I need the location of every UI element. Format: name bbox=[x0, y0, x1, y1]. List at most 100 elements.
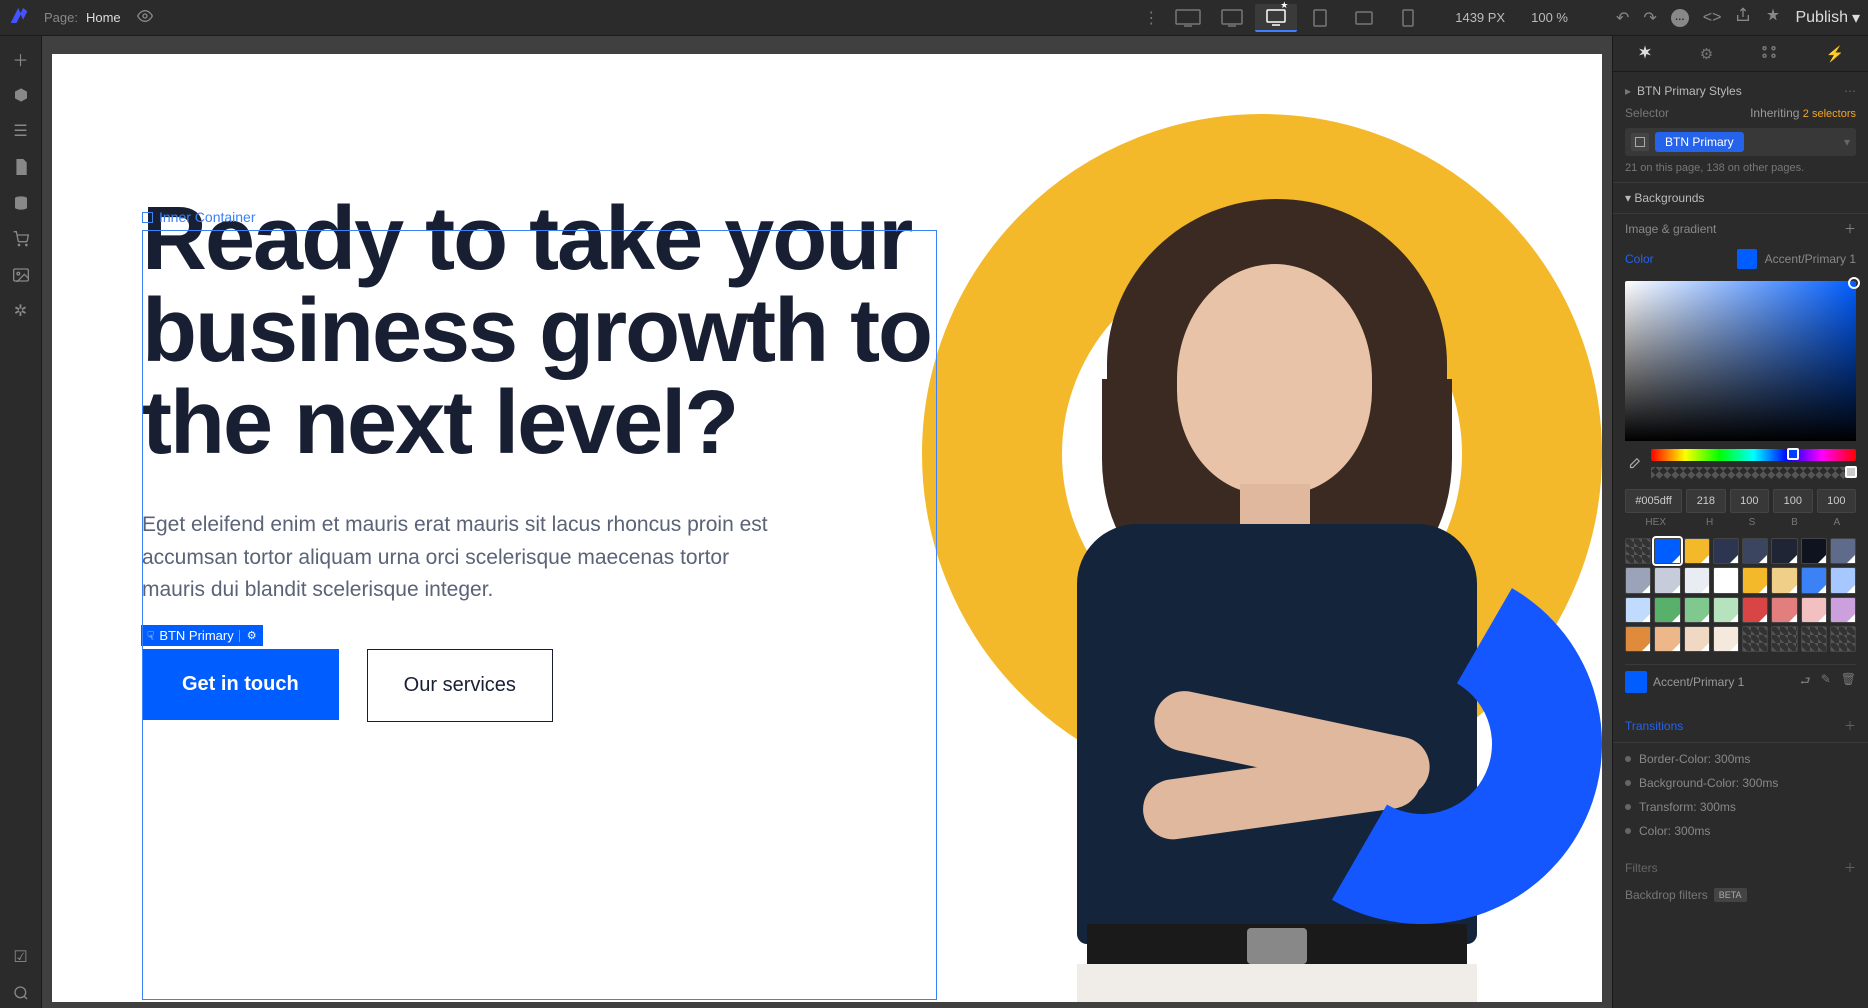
element-badge[interactable]: ☟ BTN Primary ⚙ bbox=[141, 625, 263, 646]
swatch[interactable] bbox=[1771, 567, 1797, 593]
zoom-level[interactable]: 100 % bbox=[1531, 10, 1568, 25]
swatch[interactable] bbox=[1713, 597, 1739, 623]
swatch[interactable] bbox=[1625, 538, 1651, 564]
hero-heading[interactable]: Ready to take your business growth to th… bbox=[142, 194, 942, 469]
swatch[interactable] bbox=[1654, 567, 1680, 593]
swatch[interactable] bbox=[1742, 567, 1768, 593]
alpha-handle[interactable] bbox=[1845, 466, 1857, 478]
pages-icon[interactable] bbox=[6, 152, 36, 182]
swatch[interactable] bbox=[1830, 626, 1856, 652]
breakpoint-landscape-icon[interactable] bbox=[1343, 4, 1385, 32]
swatch[interactable] bbox=[1742, 538, 1768, 564]
publish-button[interactable]: Publish ▾ bbox=[1795, 8, 1860, 28]
page-name[interactable]: Home bbox=[86, 10, 121, 25]
design-canvas[interactable]: Ready to take your business growth to th… bbox=[52, 54, 1602, 1002]
add-transition-icon[interactable]: ＋ bbox=[1844, 717, 1856, 734]
swatch[interactable] bbox=[1625, 597, 1651, 623]
preview-eye-icon[interactable] bbox=[137, 8, 153, 27]
add-element-icon[interactable]: ＋ bbox=[6, 44, 36, 74]
transition-item[interactable]: Border-Color: 300ms bbox=[1625, 747, 1856, 771]
hero-paragraph[interactable]: Eget eleifend enim et mauris erat mauris… bbox=[142, 509, 782, 607]
swatch[interactable] bbox=[1830, 538, 1856, 564]
comments-icon[interactable]: … bbox=[1671, 9, 1689, 27]
swatch[interactable] bbox=[1742, 597, 1768, 623]
navigator-icon[interactable]: ☰ bbox=[6, 116, 36, 146]
add-filter-icon[interactable]: ＋ bbox=[1844, 859, 1856, 876]
inheriting-count[interactable]: 2 selectors bbox=[1803, 108, 1856, 120]
more-icon[interactable]: ⋯ bbox=[1844, 84, 1856, 98]
backdrop-filters-row[interactable]: Backdrop filters BETA bbox=[1613, 882, 1868, 908]
ecommerce-icon[interactable] bbox=[6, 224, 36, 254]
swatch[interactable] bbox=[1684, 626, 1710, 652]
style-tab-icon[interactable] bbox=[1637, 44, 1653, 64]
our-services-button[interactable]: Our services bbox=[367, 649, 553, 722]
symbols-icon[interactable] bbox=[6, 80, 36, 110]
selector-dropdown-icon[interactable]: ▾ bbox=[1844, 135, 1850, 149]
saturation-brightness-picker[interactable] bbox=[1625, 281, 1856, 441]
breakpoint-tablet-icon[interactable] bbox=[1299, 4, 1341, 32]
swatch[interactable] bbox=[1771, 538, 1797, 564]
transitions-section-header[interactable]: Transitions ＋ bbox=[1613, 709, 1868, 743]
swatch[interactable] bbox=[1830, 597, 1856, 623]
breakpoint-xxl-icon[interactable] bbox=[1167, 4, 1209, 32]
undo-icon[interactable]: ↶ bbox=[1616, 8, 1629, 28]
a-input[interactable] bbox=[1817, 489, 1856, 513]
swatch[interactable] bbox=[1801, 538, 1827, 564]
gear-icon[interactable]: ⚙ bbox=[247, 629, 257, 642]
settings-tab-icon[interactable]: ⚙ bbox=[1700, 45, 1713, 63]
settings-icon[interactable]: ✲ bbox=[6, 296, 36, 326]
edit-icon[interactable]: ✎ bbox=[1821, 672, 1831, 693]
transition-item[interactable]: Color: 300ms bbox=[1625, 819, 1856, 843]
code-icon[interactable]: <> bbox=[1703, 9, 1722, 27]
webflow-logo-icon[interactable] bbox=[8, 7, 30, 29]
swatch[interactable] bbox=[1625, 567, 1651, 593]
delete-icon[interactable]: 🗑 bbox=[1841, 672, 1856, 693]
selector-scope-icon[interactable] bbox=[1631, 133, 1649, 151]
breakpoint-desktop-icon[interactable]: ★ bbox=[1255, 4, 1297, 32]
swatch[interactable] bbox=[1771, 626, 1797, 652]
audit-check-icon[interactable]: ☑ bbox=[6, 942, 36, 972]
swatch[interactable] bbox=[1684, 567, 1710, 593]
swatch[interactable] bbox=[1801, 597, 1827, 623]
swatch[interactable] bbox=[1684, 538, 1710, 564]
transition-item[interactable]: Background-Color: 300ms bbox=[1625, 771, 1856, 795]
add-icon[interactable]: ＋ bbox=[1844, 220, 1856, 237]
alpha-slider[interactable] bbox=[1651, 467, 1856, 479]
get-in-touch-button[interactable]: Get in touch bbox=[142, 649, 339, 720]
search-icon[interactable] bbox=[6, 978, 36, 1008]
interactions-tab-icon[interactable]: ⚡ bbox=[1826, 45, 1845, 63]
h-input[interactable] bbox=[1686, 489, 1725, 513]
assets-icon[interactable] bbox=[6, 260, 36, 290]
hex-input[interactable] bbox=[1625, 489, 1682, 513]
more-dots-icon[interactable]: ⋮ bbox=[1143, 8, 1159, 28]
swatch[interactable] bbox=[1625, 626, 1651, 652]
swatch[interactable] bbox=[1684, 597, 1710, 623]
hue-slider[interactable] bbox=[1651, 449, 1856, 461]
selector-input[interactable]: BTN Primary ▾ bbox=[1625, 128, 1856, 156]
cms-icon[interactable] bbox=[6, 188, 36, 218]
style-manager-tab-icon[interactable] bbox=[1760, 45, 1778, 63]
swatch[interactable] bbox=[1713, 567, 1739, 593]
swatch[interactable] bbox=[1742, 626, 1768, 652]
image-gradient-row[interactable]: Image & gradient ＋ bbox=[1613, 214, 1868, 243]
swatch[interactable] bbox=[1801, 567, 1827, 593]
hue-handle[interactable] bbox=[1787, 448, 1799, 460]
eyedropper-icon[interactable] bbox=[1625, 455, 1643, 473]
audit-icon[interactable] bbox=[1765, 7, 1781, 28]
swatch[interactable] bbox=[1771, 597, 1797, 623]
transition-item[interactable]: Transform: 300ms bbox=[1625, 795, 1856, 819]
color-swatch-icon[interactable] bbox=[1737, 249, 1757, 269]
picker-handle[interactable] bbox=[1848, 277, 1860, 289]
swatch[interactable] bbox=[1654, 597, 1680, 623]
b-input[interactable] bbox=[1773, 489, 1812, 513]
export-icon[interactable] bbox=[1735, 7, 1751, 28]
class-tag[interactable]: BTN Primary bbox=[1655, 132, 1744, 152]
s-input[interactable] bbox=[1730, 489, 1769, 513]
canvas-width[interactable]: 1439 PX bbox=[1455, 10, 1505, 25]
breakpoint-mobile-icon[interactable] bbox=[1387, 4, 1429, 32]
swatch[interactable] bbox=[1713, 626, 1739, 652]
backgrounds-section-header[interactable]: ▾ Backgrounds bbox=[1613, 183, 1868, 214]
redo-icon[interactable]: ↷ bbox=[1643, 8, 1656, 28]
swatch[interactable] bbox=[1801, 626, 1827, 652]
swatch[interactable] bbox=[1713, 538, 1739, 564]
